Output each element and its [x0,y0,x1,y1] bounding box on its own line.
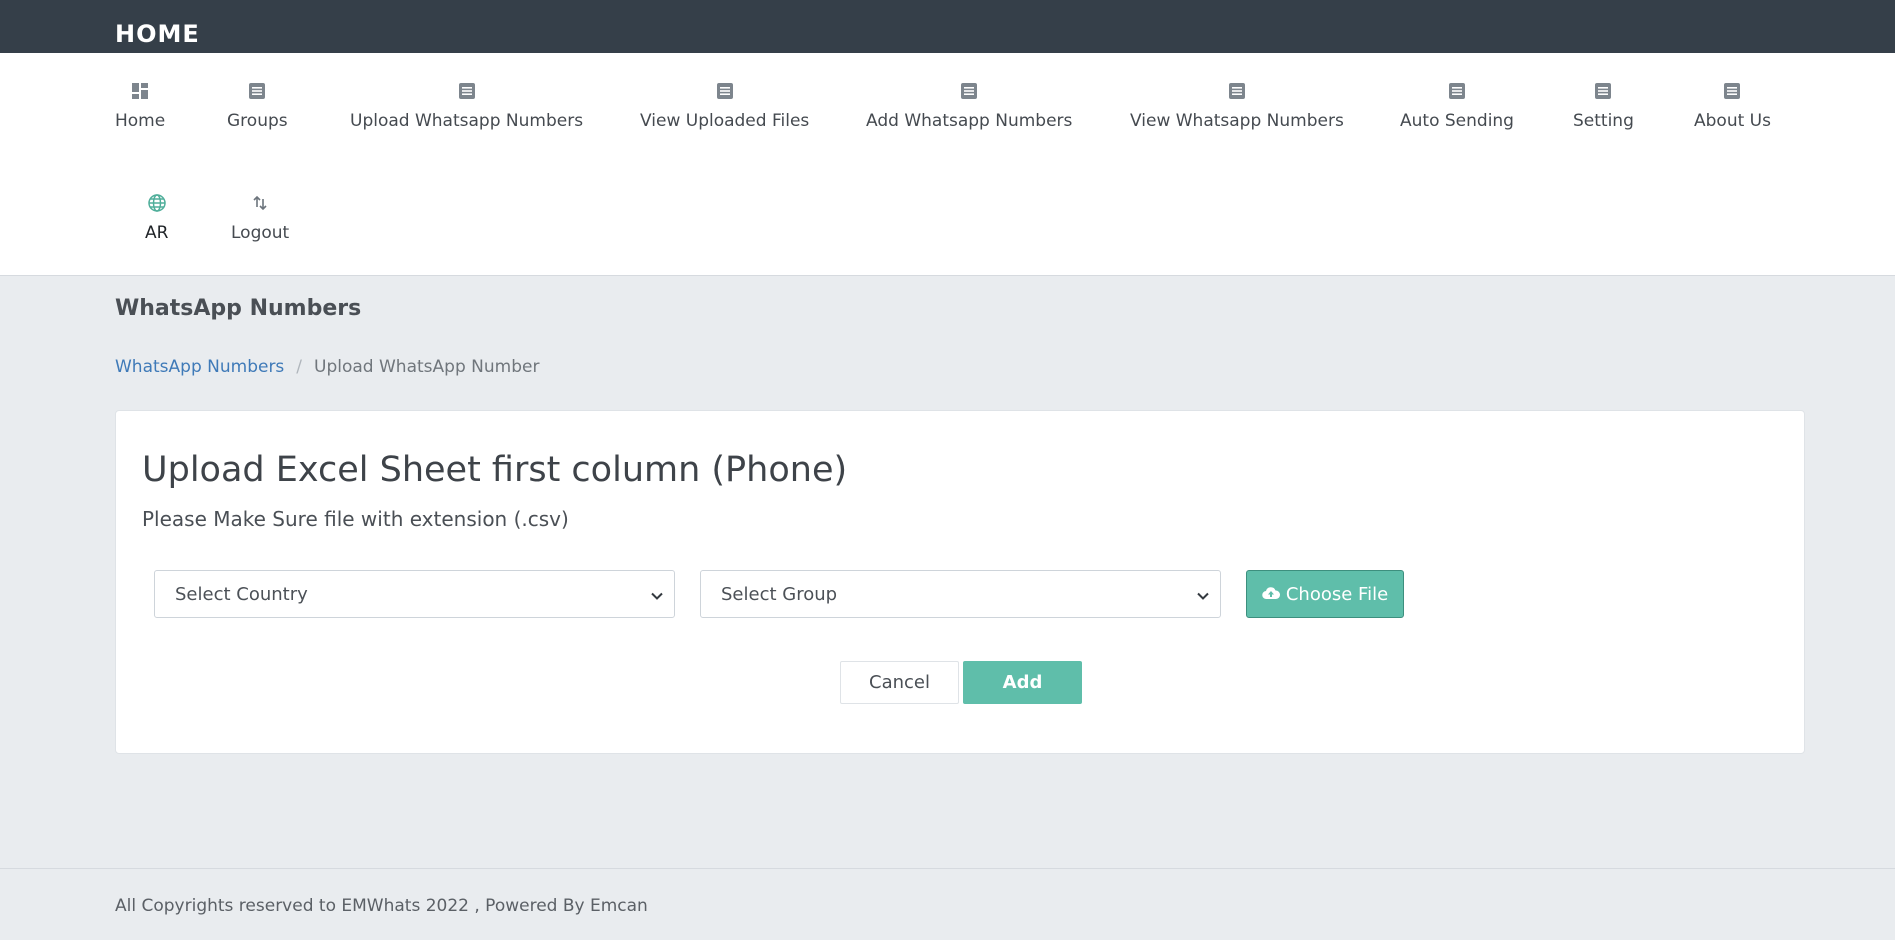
nav-item-label: Groups [227,111,288,131]
nav-item-label: About Us [1694,111,1771,131]
nav-item-label: Add Whatsapp Numbers [866,111,1073,131]
brand-title[interactable]: HOME [115,20,200,48]
nav-item-label: Home [115,111,166,131]
nav-item-view-uploaded-files[interactable]: View Uploaded Files [640,81,809,131]
list-icon [247,81,267,101]
top-bar: HOME [0,0,1895,53]
nav-item-logout[interactable]: Logout [231,193,289,243]
nav-item-home[interactable]: Home [115,81,165,131]
form-subheading: Please Make Sure file with extension (.c… [142,507,569,531]
breadcrumb-link[interactable]: WhatsApp Numbers [115,357,284,377]
nav-item-auto-sending[interactable]: Auto Sending [1400,81,1514,131]
nav-item-label: View Uploaded Files [640,111,810,131]
footer-copyright: All Copyrights reserved to EMWhats 2022 … [115,896,648,916]
list-icon [1227,81,1247,101]
breadcrumb-current: Upload WhatsApp Number [314,357,540,377]
list-icon [959,81,979,101]
list-icon [1447,81,1467,101]
breadcrumb-separator: / [296,357,303,377]
nav-item-label: AR [145,223,169,243]
breadcrumb: WhatsApp Numbers / Upload WhatsApp Numbe… [115,357,539,377]
chevron-down-icon [650,587,664,601]
nav-item-label: Auto Sending [1400,111,1514,131]
cancel-button[interactable]: Cancel [840,661,959,704]
nav-item-groups[interactable]: Groups [227,81,288,131]
nav-item-setting[interactable]: Setting [1573,81,1634,131]
list-icon [457,81,477,101]
chevron-down-icon [1196,587,1210,601]
country-select[interactable]: Select Country [154,570,675,618]
cloud-upload-icon [1262,584,1280,605]
add-button[interactable]: Add [963,661,1082,704]
country-select-value: Select Country [175,583,308,605]
swap-icon [250,193,270,213]
globe-icon [147,193,167,213]
nav-item-add-whatsapp-numbers[interactable]: Add Whatsapp Numbers [866,81,1072,131]
list-icon [1722,81,1742,101]
nav-item-label: Setting [1573,111,1634,131]
group-select-value: Select Group [721,583,838,605]
nav-item-view-whatsapp-numbers[interactable]: View Whatsapp Numbers [1130,81,1344,131]
form-heading: Upload Excel Sheet first column (Phone) [142,450,848,490]
nav-item-about-us[interactable]: About Us [1694,81,1771,131]
group-select[interactable]: Select Group [700,570,1221,618]
footer: All Copyrights reserved to EMWhats 2022 … [0,868,1895,940]
nav-item-label: Logout [231,223,290,243]
list-icon [1593,81,1613,101]
choose-file-label: Choose File [1285,583,1389,605]
page-title: WhatsApp Numbers [115,296,362,321]
nav-item-language-ar[interactable]: AR [145,193,168,243]
choose-file-button[interactable]: Choose File [1246,570,1404,618]
nav-item-upload-whatsapp-numbers[interactable]: Upload Whatsapp Numbers [350,81,583,131]
list-icon [715,81,735,101]
nav-item-label: Upload Whatsapp Numbers [350,111,584,131]
dashboard-icon [130,81,150,101]
upload-form-card: Upload Excel Sheet first column (Phone) … [115,410,1805,754]
nav-item-label: View Whatsapp Numbers [1130,111,1344,131]
main-nav: Home Groups Upload Whatsapp Numbers View… [0,53,1895,276]
